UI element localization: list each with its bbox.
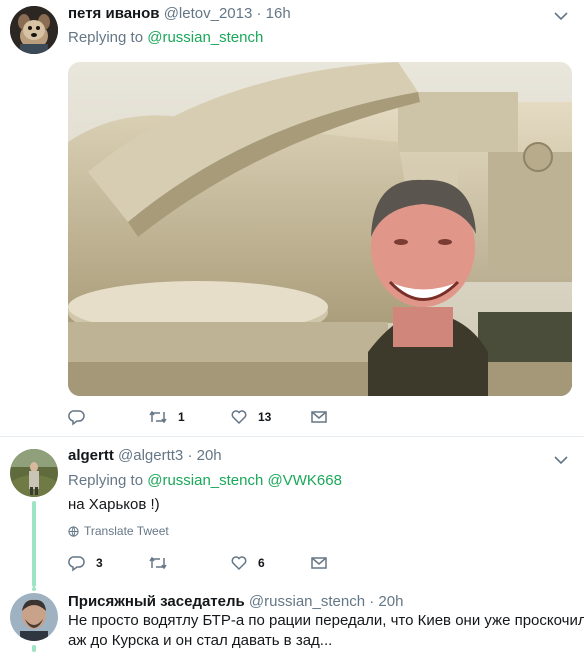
thread-line [32,645,36,652]
author-name[interactable]: петя иванов [68,5,160,22]
avatar-person-field-image [10,449,58,497]
author-handle[interactable]: @russian_stench [249,593,365,610]
author-name[interactable]: Присяжный заседатель [68,593,245,610]
retweet-icon [149,556,167,570]
author-handle[interactable]: @algertt3 [118,447,183,464]
like-count: 6 [258,556,265,570]
replying-to-label: Replying to [68,29,144,46]
retweet-button[interactable] [148,554,178,572]
tank-photo-image [68,62,572,396]
retweet-button[interactable]: 1 [148,408,185,426]
translate-label: Translate Tweet [84,524,169,538]
chevron-down-icon[interactable] [554,452,568,470]
tweet-text: на Харьков !) [68,496,160,513]
avatar[interactable] [10,6,58,54]
tweet-1[interactable]: петя иванов @letov_2013 · 16h Replying t… [0,0,584,436]
timestamp[interactable]: 20h [378,593,403,610]
like-count: 13 [258,410,272,424]
reply-button[interactable] [68,408,96,426]
thread-line [32,501,36,587]
tweet-header: algertt @algertt3 · 20h [68,447,222,464]
globe-icon [68,525,79,537]
reply-count: 3 [96,556,103,570]
tweet-header: Присяжный заседатель @russian_stench · 2… [68,593,403,610]
reply-button[interactable]: 3 [68,554,103,572]
mention-link[interactable]: @russian_stench [147,472,263,489]
like-button[interactable]: 6 [230,554,265,572]
message-icon [311,411,327,423]
avatar[interactable] [10,449,58,497]
separator-dot: · [183,447,197,464]
message-icon [311,557,327,569]
retweet-count: 1 [178,410,185,424]
message-button[interactable] [310,554,328,572]
author-name[interactable]: algertt [68,447,114,464]
retweet-icon [149,410,167,424]
separator-dot: · [252,5,266,22]
separator-dot: · [365,593,379,610]
like-icon [231,556,247,571]
avatar-dog-image [10,6,58,54]
avatar[interactable] [10,593,58,641]
mention-link[interactable]: @russian_stench [147,29,263,46]
tweet-text-line: аж до Курска и он стал давать в зад... [68,632,333,649]
avatar-man-image [10,593,58,641]
timestamp[interactable]: 20h [197,447,222,464]
mention-link[interactable]: @VWK668 [268,472,342,489]
thread-line [32,587,36,591]
tweet-actions: 3 6 [68,554,548,576]
tweet-header: петя иванов @letov_2013 · 16h [68,5,291,22]
author-handle[interactable]: @letov_2013 [164,5,253,22]
replying-to: Replying to @russian_stench @VWK668 [68,472,342,489]
like-icon [231,410,247,425]
tweet-2[interactable]: algertt @algertt3 · 20h Replying to @rus… [0,437,584,587]
tweet-media-photo[interactable] [68,62,572,396]
like-button[interactable]: 13 [230,408,271,426]
translate-tweet-link[interactable]: Translate Tweet [68,524,169,538]
tweet-3[interactable]: Присяжный заседатель @russian_stench · 2… [0,587,584,652]
message-button[interactable] [310,408,328,426]
timestamp[interactable]: 16h [266,5,291,22]
tweet-actions: 1 13 [68,408,548,430]
replying-to: Replying to @russian_stench [68,29,263,46]
tweet-text-line: Не просто водятлу БТР-а по рации передал… [68,612,584,629]
reply-icon [68,410,85,426]
tweet-text: Не просто водятлу БТР-а по рации передал… [68,611,584,651]
chevron-down-icon[interactable] [554,8,568,26]
replying-to-label: Replying to [68,472,144,489]
reply-icon [68,556,85,572]
